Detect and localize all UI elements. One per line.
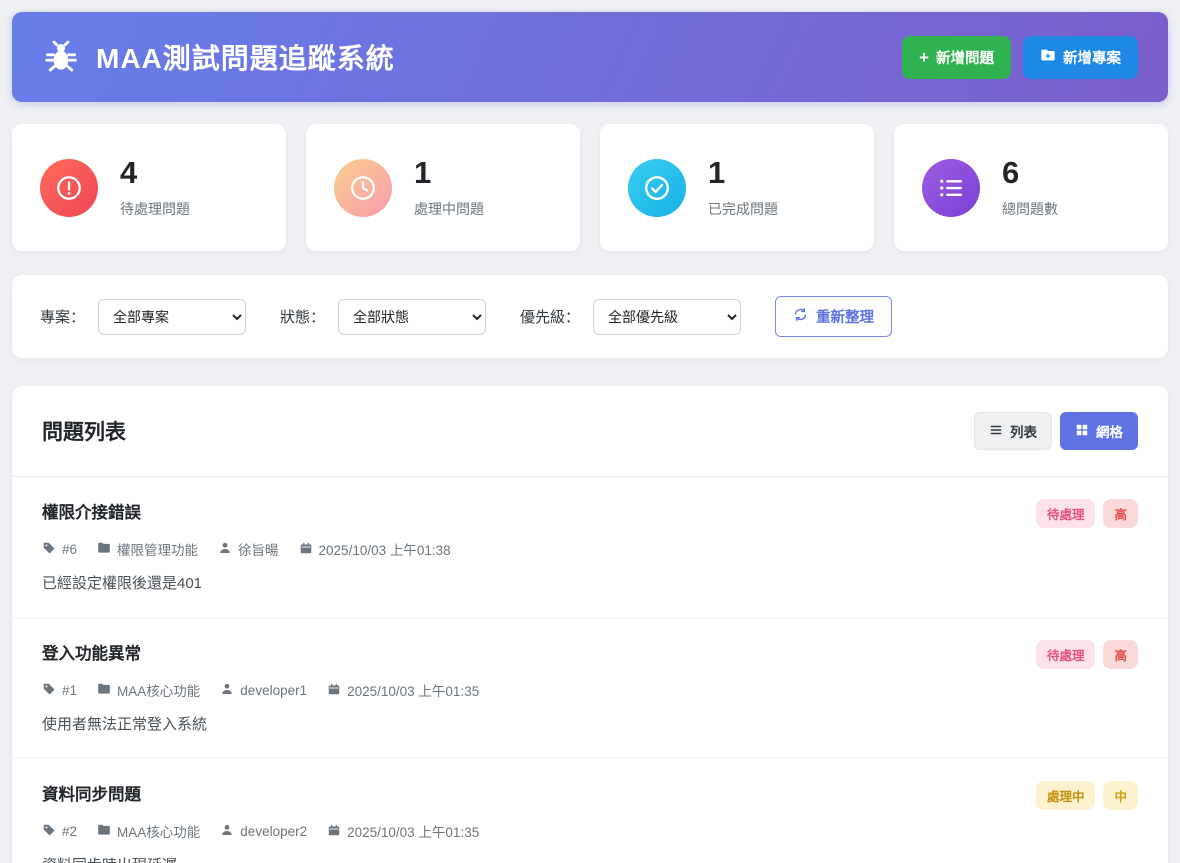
issue-project: 權限管理功能 (117, 539, 198, 559)
priority-badge: 高 (1103, 640, 1138, 669)
issue-row[interactable]: 權限介接錯誤 待處理 高 #6 權限管理功能 徐旨暘 (12, 477, 1168, 618)
clock-icon (334, 159, 392, 217)
bug-icon (42, 38, 80, 76)
add-project-label: 新增專案 (1063, 47, 1121, 68)
tag-icon (42, 541, 56, 558)
issue-row[interactable]: 登入功能異常 待處理 高 #1 MAA核心功能 developer1 (12, 618, 1168, 759)
issue-assignee: 徐旨暘 (238, 539, 279, 559)
header-actions: + 新增問題 新增專案 (902, 36, 1138, 79)
issue-row[interactable]: 資料同步問題 處理中 中 #2 MAA核心功能 developer2 (12, 759, 1168, 863)
add-project-button[interactable]: 新增專案 (1023, 36, 1138, 79)
priority-filter-select[interactable]: 全部優先級 (593, 299, 741, 335)
issue-assignee: developer1 (240, 683, 307, 698)
issue-date: 2025/10/03 上午01:38 (319, 539, 451, 559)
priority-filter-label: 優先級： (520, 306, 580, 327)
stat-value: 4 (120, 156, 190, 190)
issue-title: 權限介接錯誤 (42, 499, 141, 523)
stat-label: 已完成問題 (708, 199, 778, 219)
stat-value: 1 (414, 156, 484, 190)
status-filter-label: 狀態： (280, 306, 325, 327)
list-view-button[interactable]: 列表 (974, 412, 1052, 450)
grid-view-button[interactable]: 網格 (1060, 412, 1138, 450)
exclamation-circle-icon (40, 159, 98, 217)
stat-label: 處理中問題 (414, 199, 484, 219)
stat-card-done: 1 已完成問題 (600, 124, 874, 251)
issue-assignee: developer2 (240, 824, 307, 839)
list-view-icon (989, 423, 1003, 440)
calendar-icon (299, 541, 313, 558)
plus-icon: + (919, 49, 929, 66)
issue-list-title: 問題列表 (42, 416, 126, 446)
list-view-label: 列表 (1010, 421, 1037, 441)
refresh-label: 重新整理 (816, 306, 874, 327)
issue-description: 使用者無法正常登入系統 (42, 713, 1138, 734)
tag-icon (42, 682, 56, 699)
priority-badge: 高 (1103, 499, 1138, 528)
issue-title: 資料同步問題 (42, 781, 141, 805)
issue-meta: #1 MAA核心功能 developer1 2025/10/03 上午01:35 (42, 680, 1138, 700)
grid-view-label: 網格 (1096, 421, 1123, 441)
project-filter-label: 專案： (40, 306, 85, 327)
add-issue-button[interactable]: + 新增問題 (902, 36, 1011, 79)
status-filter-select[interactable]: 全部狀態 (338, 299, 486, 335)
stat-value: 1 (708, 156, 778, 190)
refresh-icon (793, 307, 808, 326)
issue-date: 2025/10/03 上午01:35 (347, 821, 479, 841)
calendar-icon (327, 823, 341, 840)
user-icon (218, 541, 232, 558)
issue-meta: #6 權限管理功能 徐旨暘 2025/10/03 上午01:38 (42, 539, 1138, 559)
issue-description: 資料同步時出現延遲 (42, 854, 1138, 863)
check-circle-icon (628, 159, 686, 217)
view-toggle: 列表 網格 (974, 412, 1138, 450)
issue-date: 2025/10/03 上午01:35 (347, 680, 479, 700)
issue-description: 已經設定權限後還是401 (42, 572, 1138, 593)
folder-icon (97, 541, 111, 558)
user-icon (220, 823, 234, 840)
issue-project: MAA核心功能 (117, 680, 200, 700)
page-title: MAA測試問題追蹤系統 (96, 37, 395, 77)
status-badge: 待處理 (1036, 499, 1096, 528)
folder-icon (97, 682, 111, 699)
issue-list-card: 問題列表 列表 (12, 386, 1168, 863)
add-issue-label: 新增問題 (936, 47, 994, 68)
issue-project: MAA核心功能 (117, 821, 200, 841)
stat-label: 待處理問題 (120, 199, 190, 219)
tag-icon (42, 823, 56, 840)
calendar-icon (327, 682, 341, 699)
issue-id: #6 (62, 542, 77, 557)
folder-plus-icon (1040, 47, 1056, 67)
project-filter-select[interactable]: 全部專案 (98, 299, 246, 335)
status-badge: 待處理 (1036, 640, 1096, 669)
page: MAA測試問題追蹤系統 + 新增問題 新增專案 (0, 0, 1180, 863)
stat-label: 總問題數 (1002, 199, 1058, 219)
issue-meta: #2 MAA核心功能 developer2 2025/10/03 上午01:35 (42, 821, 1138, 841)
issue-id: #1 (62, 683, 77, 698)
stat-value: 6 (1002, 156, 1058, 190)
stat-card-pending: 4 待處理問題 (12, 124, 286, 251)
issue-id: #2 (62, 824, 77, 839)
user-icon (220, 682, 234, 699)
filter-bar: 專案： 全部專案 狀態： 全部狀態 優先級： 全部優先級 重新整 (12, 275, 1168, 358)
status-badge: 處理中 (1036, 781, 1096, 810)
stats-row: 4 待處理問題 1 處理中問題 (12, 124, 1168, 251)
stat-card-total: 6 總問題數 (894, 124, 1168, 251)
grid-view-icon (1075, 423, 1089, 440)
issue-title: 登入功能異常 (42, 640, 141, 664)
folder-icon (97, 823, 111, 840)
refresh-button[interactable]: 重新整理 (775, 296, 892, 337)
stat-card-progress: 1 處理中問題 (306, 124, 580, 251)
issue-list-header: 問題列表 列表 (12, 386, 1168, 477)
app-header: MAA測試問題追蹤系統 + 新增問題 新增專案 (12, 12, 1168, 102)
list-icon (922, 159, 980, 217)
priority-badge: 中 (1103, 781, 1138, 810)
